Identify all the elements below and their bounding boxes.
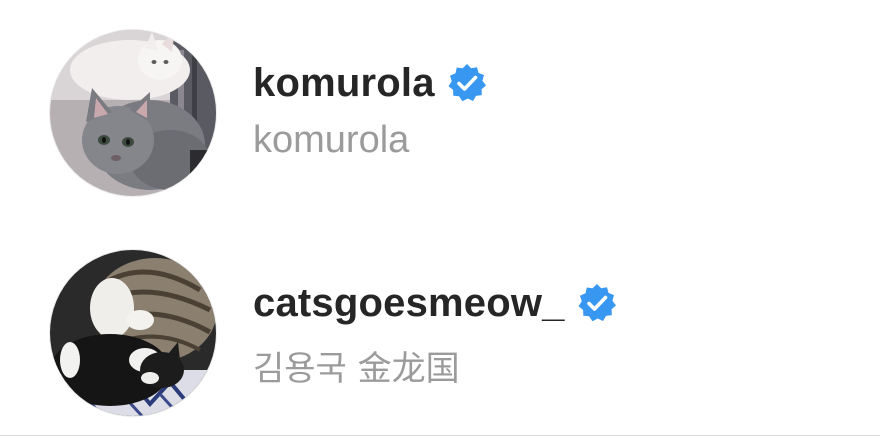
- gray-kitten-photo-icon: [50, 30, 216, 196]
- full-name: 김용국 金龙国: [253, 349, 460, 389]
- avatar[interactable]: [50, 30, 216, 196]
- username[interactable]: komurola: [253, 61, 435, 106]
- full-name: komurola: [253, 119, 410, 161]
- username-line: catsgoesmeow_: [253, 273, 617, 333]
- search-result-user-catsgoesmeow[interactable]: catsgoesmeow_ 김용국 金龙国: [0, 235, 880, 435]
- avatar[interactable]: [50, 250, 216, 416]
- list-divider: [0, 435, 880, 436]
- search-result-user-komurola[interactable]: komurola komurola: [0, 15, 880, 215]
- verified-badge-icon: [447, 63, 487, 103]
- username[interactable]: catsgoesmeow_: [253, 281, 565, 326]
- username-line: komurola: [253, 53, 487, 113]
- sleeping-cats-photo-icon: [50, 250, 216, 416]
- verified-badge-icon: [577, 283, 617, 323]
